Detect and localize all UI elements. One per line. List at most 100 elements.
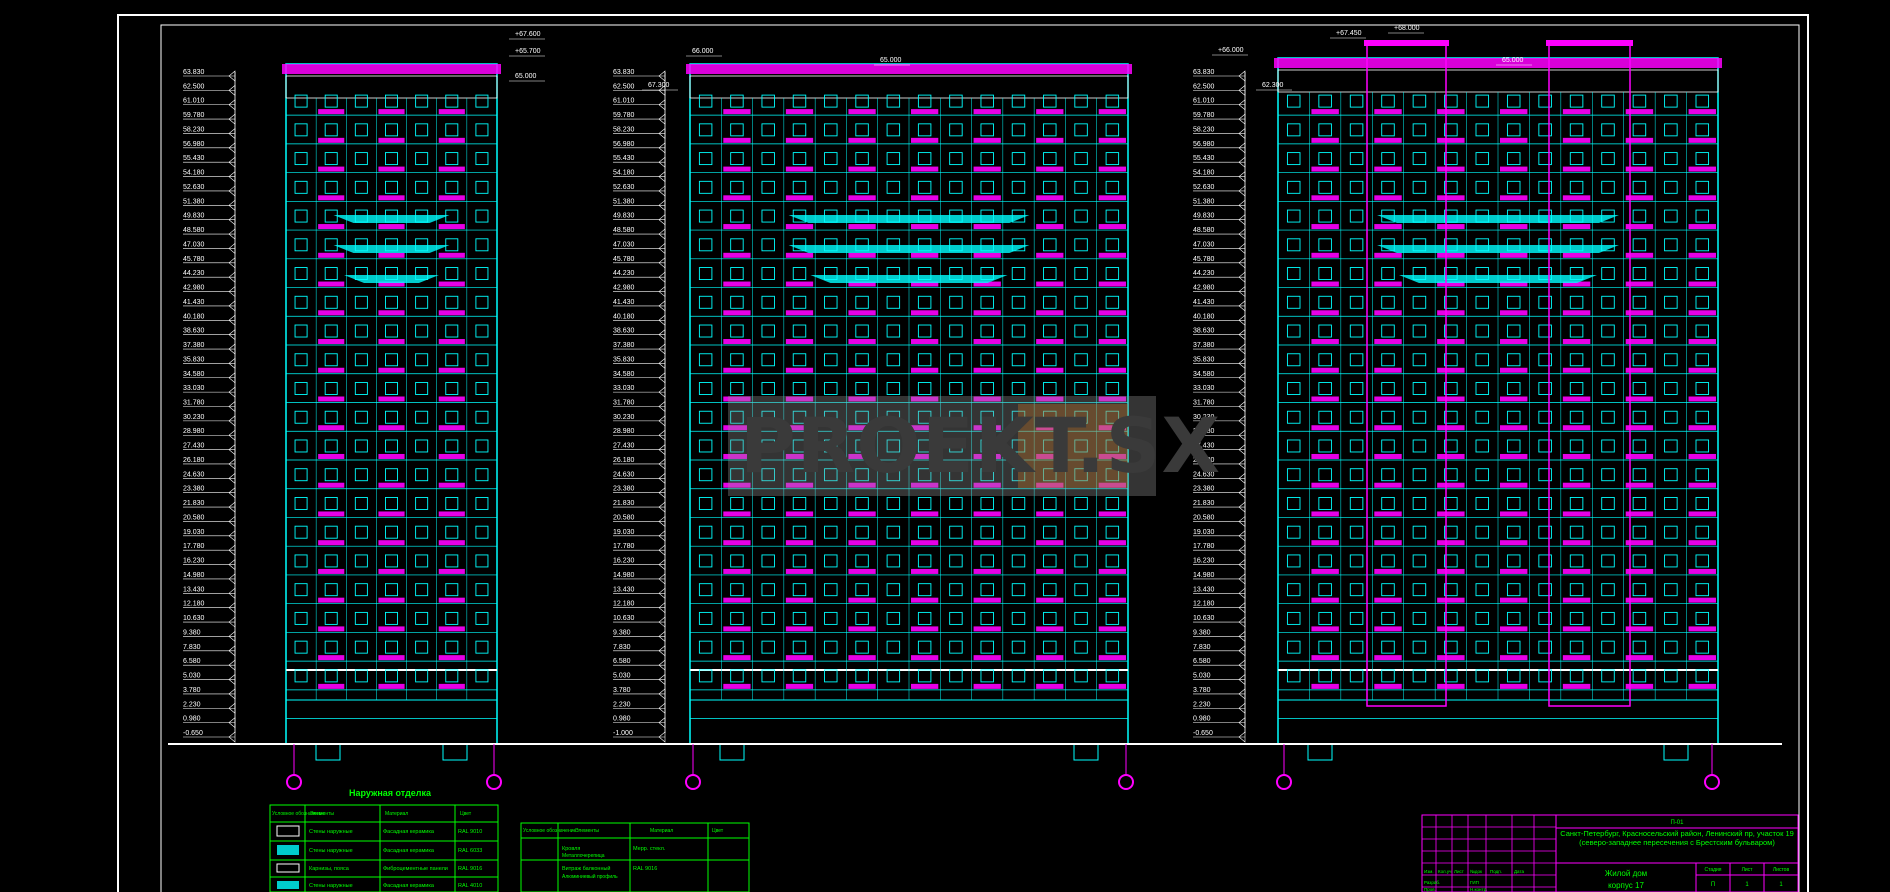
balcony <box>1311 396 1339 402</box>
window <box>385 410 398 424</box>
window <box>445 554 459 568</box>
balcony <box>1374 655 1402 661</box>
window <box>1475 669 1490 683</box>
balcony <box>1311 367 1339 373</box>
stamp-role: Разраб. <box>1424 880 1440 885</box>
window <box>1074 267 1088 280</box>
window <box>415 123 429 137</box>
elevation-label: 59.780 <box>1193 112 1215 119</box>
legend2-row-element: Витраж балконный <box>562 865 611 872</box>
window <box>1475 180 1490 194</box>
balcony <box>973 683 1001 689</box>
window <box>980 94 994 108</box>
window <box>1105 525 1120 539</box>
window <box>294 324 308 338</box>
window <box>980 640 994 654</box>
window <box>980 180 994 194</box>
window <box>415 611 429 625</box>
balcony <box>1688 137 1716 143</box>
window <box>1601 267 1615 280</box>
window <box>1381 468 1395 482</box>
elevation-label: 55.430 <box>1193 155 1215 162</box>
window <box>1412 152 1427 166</box>
balcony <box>1437 683 1465 689</box>
window <box>475 382 489 395</box>
elevation-label: 5.030 <box>1193 673 1211 680</box>
window <box>1632 152 1647 166</box>
window <box>1349 497 1364 510</box>
window <box>698 640 713 654</box>
elevation-label: 56.980 <box>613 141 635 148</box>
sunshade <box>1399 275 1597 283</box>
balcony <box>911 540 939 546</box>
window <box>698 267 713 280</box>
elevation-label: 27.430 <box>183 443 205 450</box>
balcony <box>973 195 1001 201</box>
window <box>1318 468 1332 482</box>
window <box>1349 382 1364 395</box>
window <box>445 497 459 510</box>
balcony <box>911 367 939 373</box>
window <box>354 94 368 108</box>
window <box>475 324 489 338</box>
balcony <box>378 224 405 230</box>
elevation-label: 52.630 <box>1193 184 1215 191</box>
sunshade <box>788 215 1030 223</box>
balcony <box>973 540 1001 546</box>
window <box>792 152 807 166</box>
window <box>385 94 398 108</box>
window <box>1381 123 1395 137</box>
balcony <box>378 310 405 316</box>
balcony <box>378 396 405 402</box>
window <box>1569 640 1584 654</box>
elevation-label: 40.180 <box>183 313 205 320</box>
sunshade <box>1377 215 1619 223</box>
balcony <box>911 252 939 258</box>
balcony <box>848 655 876 661</box>
elevation-label: 58.230 <box>1193 126 1215 133</box>
elevation-label: 10.630 <box>613 615 635 622</box>
window <box>824 382 838 395</box>
window <box>1569 468 1584 482</box>
window <box>294 209 308 223</box>
window <box>730 123 744 137</box>
window <box>1632 468 1647 482</box>
stamp-stage-label: Стадия <box>1704 867 1721 873</box>
window <box>1412 497 1427 510</box>
elevation-label: 3.780 <box>183 687 201 694</box>
window <box>886 382 901 395</box>
window <box>949 611 963 625</box>
window <box>1105 640 1120 654</box>
window <box>1412 439 1427 453</box>
elevation-label: 42.980 <box>613 285 635 292</box>
elevation-label: 34.580 <box>183 371 205 378</box>
window <box>354 583 368 597</box>
elevation-label: 56.980 <box>183 141 205 148</box>
window <box>855 123 869 137</box>
window <box>1601 152 1615 166</box>
window <box>1601 439 1615 453</box>
stamp-header-sign: Подп. <box>1490 869 1502 874</box>
elevation-label: 54.180 <box>183 170 205 177</box>
window <box>415 525 429 539</box>
window <box>761 611 775 625</box>
balcony <box>911 109 939 115</box>
window <box>1011 640 1026 654</box>
balcony <box>973 224 1001 230</box>
window <box>1664 497 1678 510</box>
window <box>445 295 459 309</box>
elevation-label: 62.500 <box>183 83 205 90</box>
window <box>1601 382 1615 395</box>
window <box>1011 152 1026 166</box>
balcony <box>438 540 465 546</box>
balcony <box>378 453 405 459</box>
window <box>949 180 963 194</box>
window <box>1074 324 1088 338</box>
window <box>1412 324 1427 338</box>
window <box>445 180 459 194</box>
window <box>1664 152 1678 166</box>
balcony <box>973 252 1001 258</box>
elevation-label: 54.180 <box>613 170 635 177</box>
window <box>1043 123 1057 137</box>
balcony <box>1036 109 1064 115</box>
